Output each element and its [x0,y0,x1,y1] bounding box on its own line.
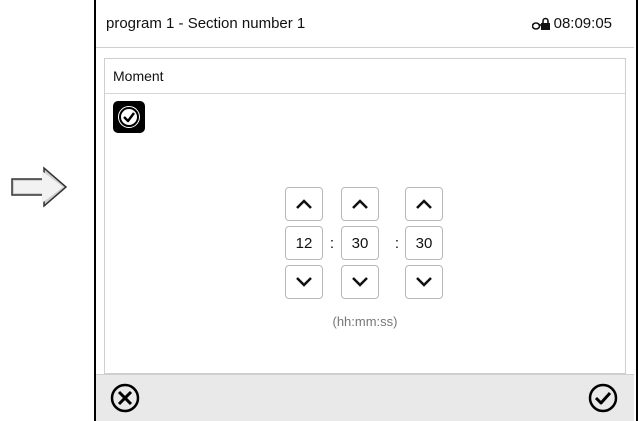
chevron-down-icon [416,277,432,287]
dialog-title: Moment [105,59,625,94]
status-clock: 08:09:05 [531,15,612,32]
clock-icon [113,101,145,133]
time-separator: : [394,235,400,252]
hours-decrement-button[interactable] [285,265,323,299]
cancel-icon [110,383,140,413]
chevron-down-icon [296,277,312,287]
chevron-down-icon [352,277,368,287]
format-hint: (hh:mm:ss) [332,314,398,329]
controller-screen: program 1 - Section number 1 08:09:05 Mo… [94,0,638,421]
footer-bar [96,374,634,421]
hours-field[interactable]: 12 [285,226,323,260]
hours-increment-button[interactable] [285,187,323,221]
chevron-up-icon [416,199,432,209]
moment-dialog: Moment 12 : 30 : 30 (hh:mm:ss) [104,58,626,374]
seconds-field[interactable]: 30 [405,226,443,260]
confirm-icon [588,383,618,413]
minutes-field[interactable]: 30 [341,226,379,260]
right-arrow-icon [10,166,68,213]
seconds-decrement-button[interactable] [405,265,443,299]
minutes-decrement-button[interactable] [341,265,379,299]
seconds-increment-button[interactable] [405,187,443,221]
time-separator: : [329,235,335,252]
header-bar: program 1 - Section number 1 08:09:05 [96,0,634,47]
page-title: program 1 - Section number 1 [106,15,306,32]
chevron-up-icon [296,199,312,209]
minutes-increment-button[interactable] [341,187,379,221]
cancel-button[interactable] [108,381,142,415]
confirm-button[interactable] [586,381,620,415]
clock-time: 08:09:05 [553,15,612,32]
chevron-up-icon [352,199,368,209]
lock-icon [531,17,550,30]
